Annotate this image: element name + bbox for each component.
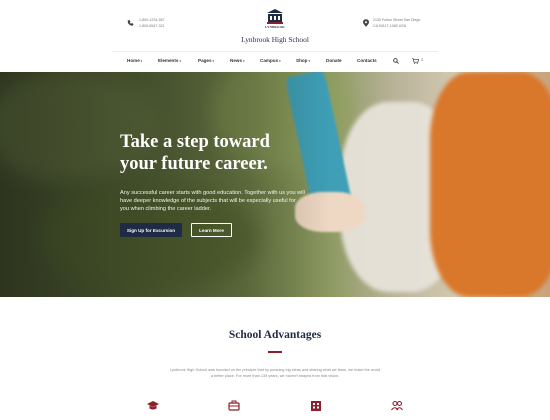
learn-more-button[interactable]: Learn More bbox=[191, 223, 232, 237]
nav-item-pages[interactable]: Pages▾ bbox=[198, 58, 214, 63]
location-pin-icon bbox=[363, 19, 369, 27]
people-icon bbox=[391, 400, 403, 411]
hero-description: Any successful career starts with good e… bbox=[120, 190, 305, 212]
cart-count[interactable]: 0 bbox=[421, 58, 423, 62]
graduation-cap-icon bbox=[147, 401, 159, 410]
chevron-down-icon: ▾ bbox=[243, 59, 245, 63]
phone-contact: 1-800-1234-567 1-800-6547-321 bbox=[127, 18, 165, 29]
nav-item-news[interactable]: News▾ bbox=[230, 58, 245, 63]
nav-item-contacts[interactable]: Contacts bbox=[357, 58, 377, 63]
nav-item-shop[interactable]: Shop▾ bbox=[296, 58, 310, 63]
main-nav: Home▾ Elements▾ Pages▾ News▾ Campus▾ Sho… bbox=[112, 51, 438, 71]
cart-icon[interactable] bbox=[412, 58, 419, 64]
chevron-down-icon: ▾ bbox=[308, 59, 311, 63]
address-line-2: CA 94117-1080 USA bbox=[373, 23, 407, 28]
phone-icon bbox=[127, 20, 134, 26]
section-description: Lynbrook High School was founded on the … bbox=[170, 368, 380, 378]
logo-wordmark: LYNBROOK bbox=[265, 25, 285, 29]
building-icon bbox=[311, 401, 321, 411]
sign-up-excursion-button[interactable]: Sign Up for Excursion bbox=[120, 223, 182, 237]
section-title: School Advantages bbox=[228, 329, 322, 341]
hero-banner bbox=[0, 72, 550, 297]
nav-item-home[interactable]: Home▾ bbox=[127, 58, 142, 63]
chevron-down-icon: ▾ bbox=[140, 59, 143, 63]
title-divider bbox=[268, 351, 282, 353]
address-line-1: 2130 Fulton Street San Diego bbox=[373, 18, 421, 22]
search-icon[interactable] bbox=[393, 58, 399, 64]
address-contact: 2130 Fulton Street San Diego CA 94117-10… bbox=[363, 18, 420, 29]
phone-line-1[interactable]: 1-800-1234-567 bbox=[139, 18, 165, 24]
site-title[interactable]: Lynbrook High School bbox=[225, 35, 325, 44]
chevron-down-icon: ▾ bbox=[179, 59, 182, 63]
chevron-down-icon: ▾ bbox=[279, 59, 281, 63]
school-building-icon bbox=[267, 9, 283, 24]
top-header: 1-800-1234-567 1-800-6547-321 LYNBROOK L… bbox=[0, 0, 550, 48]
phone-line-2[interactable]: 1-800-6547-321 bbox=[139, 24, 165, 30]
briefcase-icon bbox=[228, 400, 240, 411]
chevron-down-icon: ▾ bbox=[212, 59, 215, 63]
hero-title: Take a step toward your future career. bbox=[120, 132, 270, 174]
nav-item-elements[interactable]: Elements▾ bbox=[158, 58, 181, 63]
nav-item-donate[interactable]: Donate bbox=[326, 58, 342, 63]
nav-item-campus[interactable]: Campus▾ bbox=[260, 58, 281, 63]
school-logo[interactable]: LYNBROOK bbox=[250, 9, 300, 29]
